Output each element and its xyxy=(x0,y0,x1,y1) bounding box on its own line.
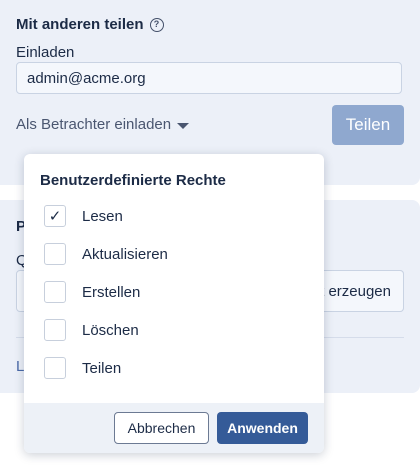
checkbox-read[interactable]: ✓ xyxy=(44,205,66,227)
checkmark-icon: ✓ xyxy=(48,207,62,225)
permission-label: Lesen xyxy=(82,207,123,225)
role-dropdown-label: Als Betrachter einladen xyxy=(16,116,172,133)
permissions-popover: Benutzerdefinierte Rechte ✓ Lesen Aktual… xyxy=(24,154,324,453)
apply-button[interactable]: Anwenden xyxy=(217,412,308,444)
permission-option-delete[interactable]: Löschen xyxy=(44,319,139,341)
checkbox-share[interactable] xyxy=(44,357,66,379)
checkbox-delete[interactable] xyxy=(44,319,66,341)
permission-label: Teilen xyxy=(82,359,122,377)
share-title-row: Mit anderen teilen ? xyxy=(16,16,164,33)
permission-option-create[interactable]: Erstellen xyxy=(44,281,140,303)
permission-label: Aktualisieren xyxy=(82,245,168,263)
popover-title: Benutzerdefinierte Rechte xyxy=(40,172,226,189)
permission-option-share[interactable]: Teilen xyxy=(44,357,121,379)
share-button[interactable]: Teilen xyxy=(332,105,404,145)
popover-footer: Abbrechen Anwenden xyxy=(24,403,324,453)
checkbox-create[interactable] xyxy=(44,281,66,303)
checkbox-update[interactable] xyxy=(44,243,66,265)
share-title: Mit anderen teilen xyxy=(16,16,144,33)
caret-down-icon xyxy=(177,122,190,129)
help-icon[interactable]: ? xyxy=(149,17,164,32)
permission-option-update[interactable]: Aktualisieren xyxy=(44,243,168,265)
permission-label: Löschen xyxy=(82,321,139,339)
cancel-button[interactable]: Abbrechen xyxy=(114,412,209,444)
invite-label: Einladen xyxy=(16,44,75,61)
permission-option-read[interactable]: ✓ Lesen xyxy=(44,205,123,227)
invite-email-input[interactable] xyxy=(16,62,402,94)
share-dialog-page: Mit anderen teilen ? Einladen Als Betrac… xyxy=(0,0,420,465)
role-dropdown[interactable]: Als Betrachter einladen xyxy=(16,116,190,133)
permission-label: Erstellen xyxy=(82,283,141,301)
